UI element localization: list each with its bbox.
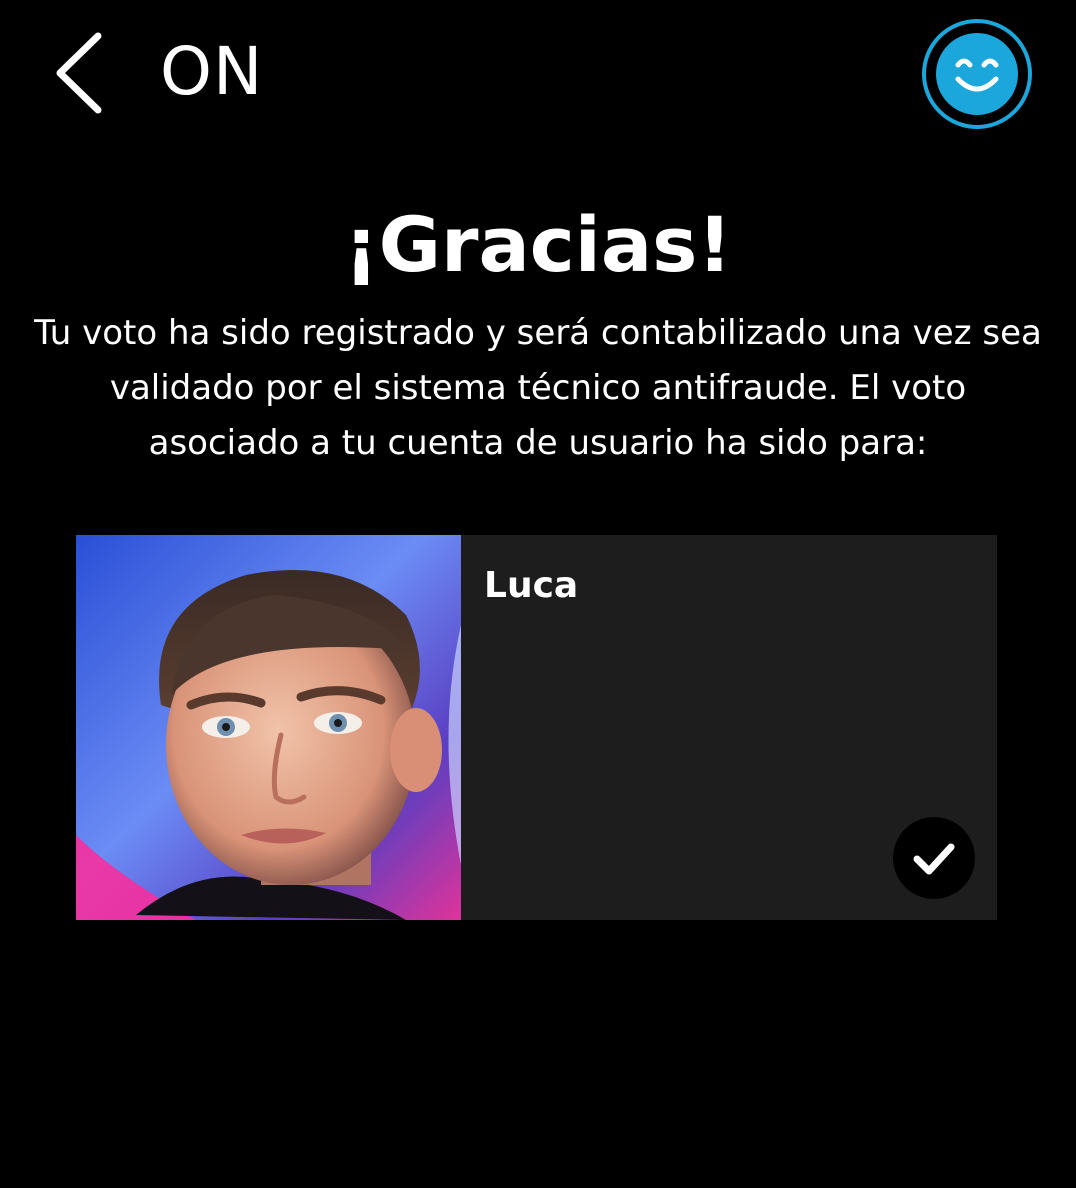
back-button[interactable]	[40, 28, 120, 118]
selected-badge	[893, 817, 975, 899]
candidate-name: Luca	[484, 565, 579, 606]
confirmation-message: Tu voto ha sido registrado y será contab…	[34, 313, 1042, 463]
candidate-photo	[76, 535, 461, 920]
chevron-left-icon	[56, 32, 102, 114]
profile-avatar	[936, 33, 1018, 115]
confirmation-title: ¡Gracias!	[343, 200, 733, 289]
header-bar: ON	[0, 0, 1076, 150]
voted-candidate-card: Luca	[76, 535, 997, 920]
profile-button[interactable]	[922, 19, 1032, 129]
checkmark-icon	[913, 843, 955, 875]
app-title: ON	[160, 33, 264, 110]
smiley-face-icon	[955, 58, 999, 92]
